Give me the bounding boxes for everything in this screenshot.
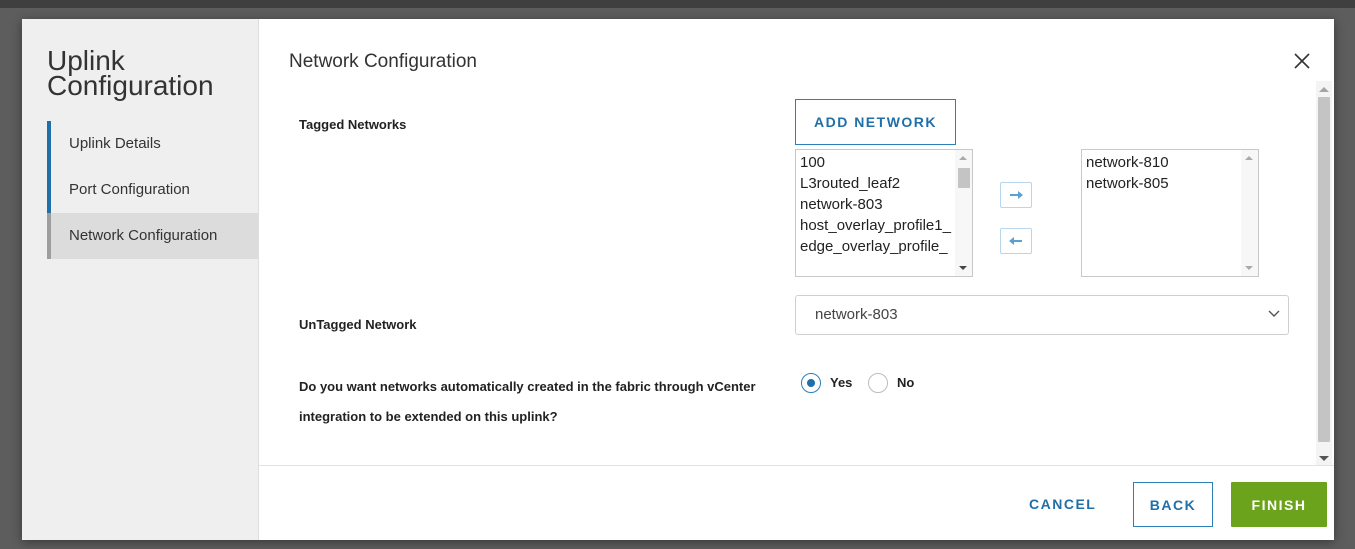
scroll-up-arrow[interactable]	[1319, 87, 1329, 92]
finish-button[interactable]: FINISH	[1231, 482, 1327, 527]
radio-no[interactable]: No	[868, 373, 928, 393]
step-label: Port Configuration	[69, 181, 190, 198]
wizard-title: Uplink Configuration	[47, 45, 214, 101]
step-progress-bar	[47, 121, 51, 167]
list-item[interactable]: L3routed_leaf2	[796, 173, 972, 194]
step-label: Network Configuration	[69, 227, 218, 244]
step-port-configuration[interactable]: Port Configuration	[47, 167, 258, 213]
selected-networks-list[interactable]: network-810 network-805	[1081, 149, 1259, 277]
step-progress-bar	[47, 167, 51, 213]
scroll-down-arrow[interactable]	[1319, 456, 1329, 461]
untagged-network-select[interactable]: network-803	[795, 295, 1289, 335]
radio-no-circle	[868, 373, 888, 393]
close-icon	[1294, 53, 1310, 69]
wizard-sidebar: Uplink Configuration Uplink Details Port…	[22, 19, 259, 540]
back-button[interactable]: BACK	[1133, 482, 1213, 527]
step-label: Uplink Details	[69, 135, 161, 152]
list-scroll-down[interactable]	[959, 266, 967, 270]
radio-yes-label: Yes	[830, 375, 853, 390]
list-scrollbar[interactable]	[1241, 150, 1258, 276]
available-networks-list[interactable]: 100 L3routed_leaf2 network-803 host_over…	[795, 149, 973, 277]
add-network-button[interactable]: ADD NETWORK	[795, 99, 956, 145]
step-uplink-details[interactable]: Uplink Details	[47, 121, 258, 167]
list-item[interactable]: 100	[796, 152, 972, 173]
wizard-footer: CANCEL BACK FINISH	[259, 465, 1334, 540]
wizard-steps: Uplink Details Port Configuration Networ…	[47, 121, 258, 259]
list-item[interactable]: network-803	[796, 194, 972, 215]
radio-no-label: No	[897, 375, 915, 390]
move-left-button[interactable]	[1000, 228, 1032, 254]
backdrop-header	[0, 0, 1355, 8]
chevron-down-icon	[1268, 310, 1280, 317]
cancel-button[interactable]: CANCEL	[1029, 494, 1096, 514]
page-title: Network Configuration	[289, 51, 477, 72]
radio-yes[interactable]: Yes	[801, 373, 861, 393]
radio-selected-dot	[807, 379, 815, 387]
list-item[interactable]: network-810	[1082, 152, 1258, 173]
scroll-thumb[interactable]	[1318, 97, 1330, 442]
move-right-button[interactable]	[1000, 182, 1032, 208]
uplink-wizard-dialog: Uplink Configuration Uplink Details Port…	[22, 19, 1334, 540]
radio-yes-circle	[801, 373, 821, 393]
tagged-networks-label: Tagged Networks	[299, 117, 407, 132]
list-item[interactable]: edge_overlay_profile_	[796, 236, 972, 257]
list-scroll-up[interactable]	[959, 156, 967, 160]
wizard-main: Network Configuration Tagged Networks AD…	[259, 19, 1334, 540]
close-button[interactable]	[1289, 48, 1315, 74]
step-network-configuration[interactable]: Network Configuration	[47, 213, 258, 259]
list-scroll-thumb[interactable]	[958, 168, 970, 188]
list-item[interactable]: host_overlay_profile1_	[796, 215, 972, 236]
untagged-network-label: UnTagged Network	[299, 317, 417, 332]
arrow-left-icon	[1009, 237, 1022, 245]
arrow-right-icon	[1010, 191, 1023, 199]
content-scrollbar[interactable]	[1316, 81, 1332, 466]
list-scroll-up[interactable]	[1245, 156, 1253, 160]
list-scrollbar[interactable]	[955, 150, 972, 276]
list-scroll-down[interactable]	[1245, 266, 1253, 270]
step-progress-bar	[47, 213, 51, 259]
select-value: network-803	[815, 306, 898, 323]
list-item[interactable]: network-805	[1082, 173, 1258, 194]
extend-networks-question: Do you want networks automatically creat…	[299, 379, 756, 424]
